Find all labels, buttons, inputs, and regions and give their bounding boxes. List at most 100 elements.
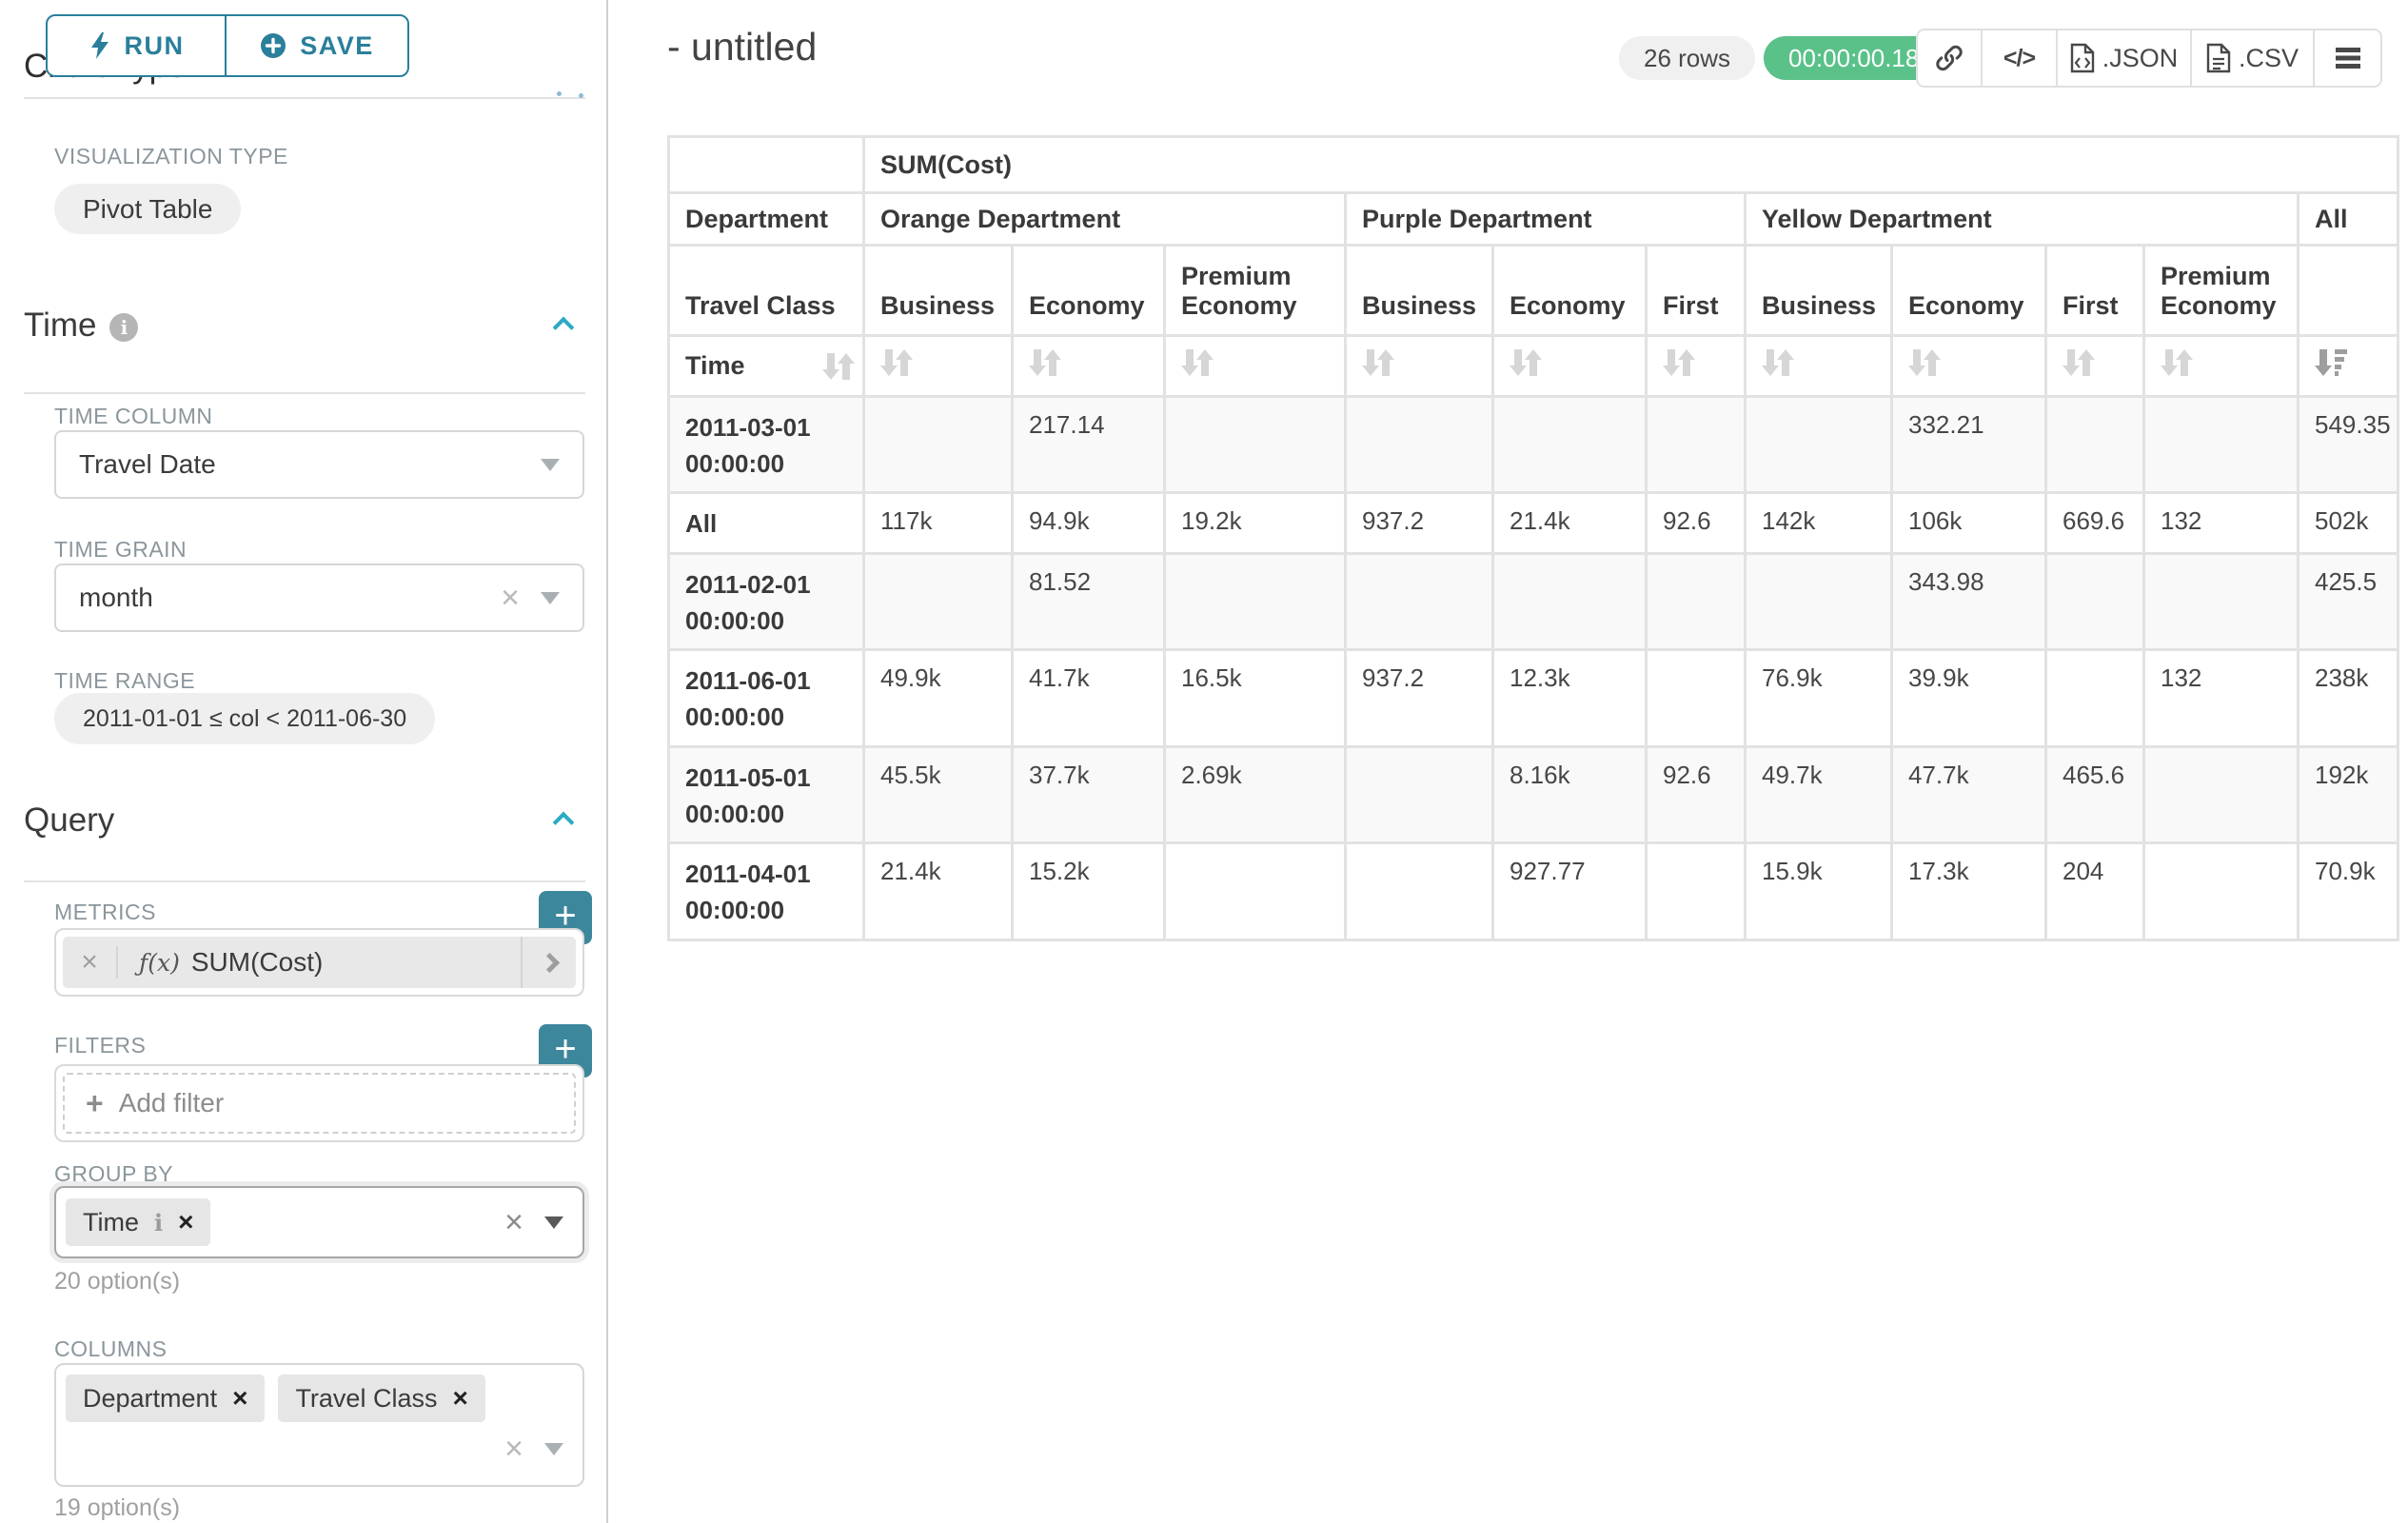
columns-select[interactable]: Department × Travel Class × × bbox=[54, 1363, 584, 1487]
clear-icon[interactable]: × bbox=[504, 1206, 523, 1238]
add-filter-button[interactable]: + Add filter bbox=[63, 1073, 576, 1134]
sort-column-button[interactable] bbox=[865, 337, 1011, 395]
metric-chip[interactable]: × ƒ(x) SUM(Cost) bbox=[63, 937, 576, 988]
cell: 49.9k bbox=[865, 651, 1011, 744]
sort-icon bbox=[2063, 346, 2095, 379]
run-save-button-group: RUN SAVE bbox=[46, 14, 409, 77]
section-divider bbox=[24, 880, 585, 882]
time-column-select[interactable]: Travel Date bbox=[54, 430, 584, 499]
function-icon: ƒ(x) bbox=[139, 949, 180, 977]
cell: 425.5 bbox=[2299, 555, 2397, 648]
remove-tag-icon[interactable]: × bbox=[452, 1383, 467, 1414]
table-row: 2011-04-01 00:00:00 21.4k 15.2k 927.77 1… bbox=[670, 844, 2397, 938]
hamburger-menu-icon bbox=[2335, 47, 2361, 69]
cell: 92.6 bbox=[1648, 748, 1744, 841]
chart-panel: - untitled 26 rows 00:00:00.18 </> .JSON bbox=[610, 0, 2408, 1523]
plus-circle-icon bbox=[260, 32, 286, 59]
cell: 15.9k bbox=[1747, 844, 1890, 938]
cell: 502k bbox=[2299, 494, 2397, 552]
sort-column-button[interactable] bbox=[1347, 337, 1491, 395]
menu-button[interactable] bbox=[2315, 30, 2380, 86]
sort-icon bbox=[1510, 346, 1542, 379]
collapse-time-chevron-icon[interactable] bbox=[553, 317, 575, 339]
cell: 549.35 bbox=[2299, 398, 2397, 491]
sort-icon bbox=[1362, 346, 1394, 379]
export-csv-button[interactable]: .CSV bbox=[2192, 30, 2315, 86]
cell: 81.52 bbox=[1014, 555, 1163, 648]
cell: 204 bbox=[2047, 844, 2142, 938]
columns-options-hint: 19 option(s) bbox=[54, 1494, 180, 1522]
group-by-select[interactable]: Time i × × bbox=[54, 1186, 584, 1258]
info-icon[interactable]: i bbox=[109, 313, 138, 342]
sort-column-active-button[interactable] bbox=[2299, 337, 2397, 395]
remove-tag-icon[interactable]: × bbox=[178, 1207, 193, 1237]
sort-column-button[interactable] bbox=[1166, 337, 1344, 395]
row-header: 2011-04-01 00:00:00 bbox=[670, 844, 862, 938]
table-row: 2011-03-01 00:00:00 217.14 332.21 549.35 bbox=[670, 398, 2397, 491]
export-json-button[interactable]: .JSON bbox=[2058, 30, 2192, 86]
group-header: All bbox=[2299, 194, 2397, 244]
cell: 106k bbox=[1893, 494, 2044, 552]
sort-column-button[interactable] bbox=[2145, 337, 2297, 395]
stray-dot bbox=[579, 93, 583, 98]
collapse-query-chevron-icon[interactable] bbox=[553, 812, 575, 834]
csv-file-icon bbox=[2206, 43, 2231, 73]
sort-icon bbox=[1908, 346, 1941, 379]
view-query-button[interactable]: </> bbox=[1983, 30, 2058, 86]
remove-tag-icon[interactable]: × bbox=[232, 1383, 247, 1414]
cell: 37.7k bbox=[1014, 748, 1163, 841]
lightning-icon bbox=[89, 31, 111, 60]
sort-column-button[interactable] bbox=[2047, 337, 2142, 395]
visualization-type-pill[interactable]: Pivot Table bbox=[54, 184, 241, 234]
code-icon: </> bbox=[2003, 45, 2035, 72]
cell: 76.9k bbox=[1747, 651, 1890, 744]
remove-metric-icon[interactable]: × bbox=[63, 946, 118, 979]
cell: 94.9k bbox=[1014, 494, 1163, 552]
chevron-down-icon bbox=[541, 592, 560, 604]
row-count-badge: 26 rows bbox=[1619, 36, 1755, 80]
copy-link-button[interactable] bbox=[1918, 30, 1983, 86]
metric-header-row: SUM(Cost) bbox=[670, 138, 2397, 191]
class-header: Economy bbox=[1893, 247, 2044, 334]
cell: 132 bbox=[2145, 651, 2297, 744]
cell: 217.14 bbox=[1014, 398, 1163, 491]
travel-class-header-row: Travel Class Business Economy Premium Ec… bbox=[670, 247, 2397, 334]
time-sort-header[interactable]: Time bbox=[670, 337, 862, 395]
sort-descending-icon bbox=[2315, 346, 2347, 379]
table-row: 2011-02-01 00:00:00 81.52 343.98 425.5 bbox=[670, 555, 2397, 648]
sort-column-button[interactable] bbox=[1747, 337, 1890, 395]
link-icon bbox=[1934, 43, 1964, 73]
sort-column-button[interactable] bbox=[1494, 337, 1645, 395]
visualization-type-label: VISUALIZATION TYPE bbox=[54, 144, 288, 169]
cell: 927.77 bbox=[1494, 844, 1645, 938]
clear-icon[interactable]: × bbox=[504, 1433, 523, 1465]
cell: 465.6 bbox=[2047, 748, 2142, 841]
row-header: All bbox=[670, 494, 862, 552]
chart-title[interactable]: - untitled bbox=[667, 25, 817, 69]
info-icon[interactable]: i bbox=[154, 1209, 163, 1236]
cell: 45.5k bbox=[865, 748, 1011, 841]
expand-metric-button[interactable] bbox=[521, 937, 576, 988]
time-range-pill[interactable]: 2011-01-01 ≤ col < 2011-06-30 bbox=[54, 693, 435, 744]
group-by-tag-time[interactable]: Time i × bbox=[66, 1198, 210, 1246]
run-button[interactable]: RUN bbox=[46, 14, 227, 77]
class-header: First bbox=[1648, 247, 1744, 334]
group-header: Purple Department bbox=[1347, 194, 1744, 244]
save-button[interactable]: SAVE bbox=[225, 14, 409, 77]
cell: 192k bbox=[2299, 748, 2397, 841]
group-header: Orange Department bbox=[865, 194, 1344, 244]
columns-tag-travel-class[interactable]: Travel Class × bbox=[278, 1375, 484, 1422]
json-file-icon bbox=[2070, 43, 2095, 73]
sort-column-button[interactable] bbox=[1893, 337, 2044, 395]
sort-icon bbox=[880, 346, 913, 379]
metric-header: SUM(Cost) bbox=[865, 138, 2397, 191]
cell: 132 bbox=[2145, 494, 2297, 552]
sort-row: Time bbox=[670, 337, 2397, 395]
columns-tag-department[interactable]: Department × bbox=[66, 1375, 265, 1422]
chevron-down-icon bbox=[541, 459, 560, 471]
clear-icon[interactable]: × bbox=[501, 582, 520, 614]
sort-column-button[interactable] bbox=[1648, 337, 1744, 395]
sort-column-button[interactable] bbox=[1014, 337, 1163, 395]
cell: 70.9k bbox=[2299, 844, 2397, 938]
time-grain-select[interactable]: month × bbox=[54, 564, 584, 632]
